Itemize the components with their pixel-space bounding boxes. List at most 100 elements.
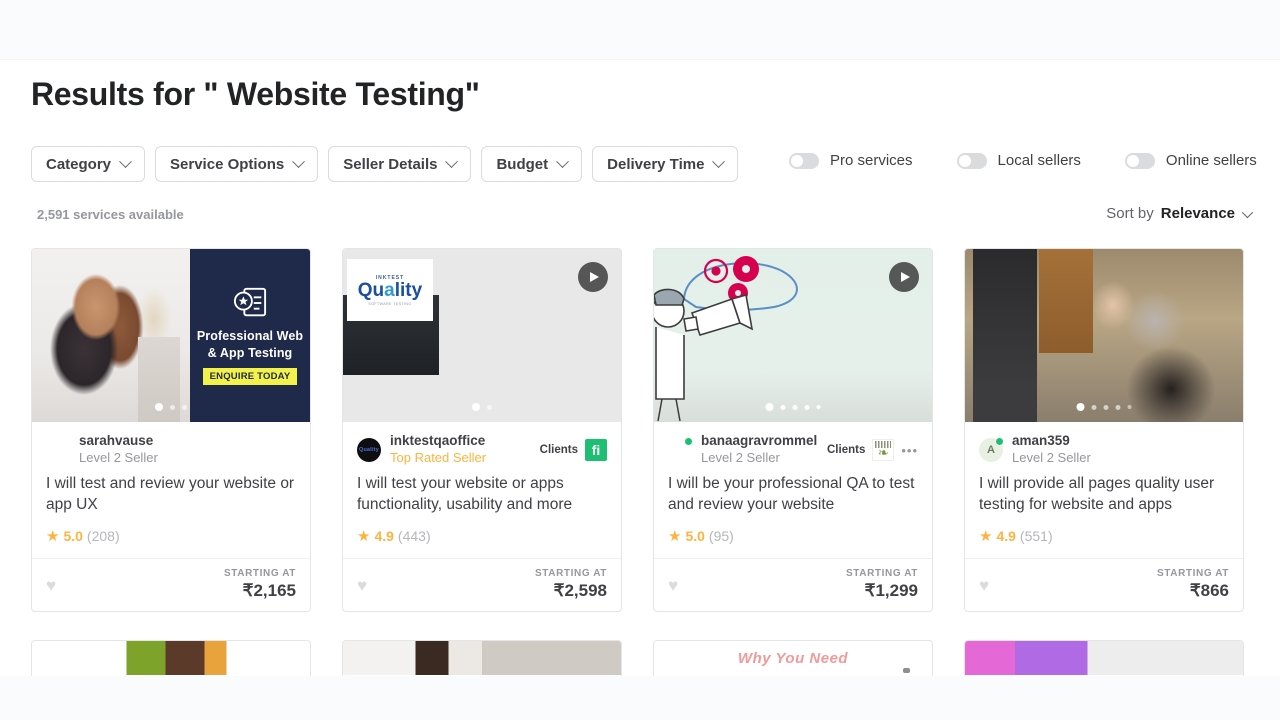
seller-level: Top Rated Seller: [390, 450, 487, 465]
gig-thumbnail-overlay-text: Professional Web & App Testing: [196, 329, 304, 360]
gig-card-body: QuaIity inktestqaoffice Top Rated Seller…: [343, 422, 621, 558]
carousel-dots[interactable]: [765, 403, 821, 411]
chevron-down-icon: [712, 154, 726, 168]
carousel-dot[interactable]: [1103, 404, 1109, 410]
gig-thumbnail[interactable]: Professional Web & App Testing ENQUIRE T…: [32, 249, 310, 422]
carousel-dots[interactable]: [1076, 403, 1132, 411]
filter-seller-details[interactable]: Seller Details: [328, 146, 472, 182]
star-icon: ★: [357, 527, 371, 545]
gig-card[interactable]: banaagravrommel Level 2 Seller Clients ❧…: [653, 248, 933, 612]
avatar[interactable]: [668, 437, 693, 462]
carousel-dot[interactable]: [1091, 404, 1097, 410]
toggle-switch-icon[interactable]: [956, 152, 987, 169]
filter-delivery-time[interactable]: Delivery Time: [592, 146, 739, 182]
gig-card[interactable]: INKTEST Quality SOFTWARE TESTING QuaIity…: [342, 248, 622, 612]
clients-label: Clients: [827, 444, 866, 456]
rating-row: ★ 5.0 (95): [668, 528, 918, 558]
toggle-switch-icon[interactable]: [1124, 152, 1155, 169]
gig-card[interactable]: A aman359 Level 2 Seller I will provide …: [964, 248, 1244, 612]
fiverr-fi-logo-icon: fi: [585, 439, 607, 461]
carousel-dot-active[interactable]: [765, 403, 774, 411]
carousel-dot-active[interactable]: [1076, 403, 1085, 411]
avatar[interactable]: QuaIity: [357, 438, 381, 462]
carousel-dot[interactable]: [804, 404, 810, 410]
gig-thumbnail[interactable]: [343, 641, 621, 675]
heart-icon[interactable]: ♥: [357, 577, 367, 594]
filter-service-options[interactable]: Service Options: [155, 146, 319, 182]
seller-level: Level 2 Seller: [701, 450, 780, 465]
gig-thumbnail[interactable]: INKTEST Quality SOFTWARE TESTING: [343, 249, 621, 422]
gig-thumbnail[interactable]: [32, 641, 310, 675]
seller-info: sarahvause Level 2 Seller: [79, 433, 158, 467]
carousel-dot[interactable]: [816, 405, 821, 409]
seller-row[interactable]: A aman359 Level 2 Seller: [979, 433, 1229, 465]
client-logo-leaf-icon: ❧: [872, 439, 895, 461]
seller-row[interactable]: banaagravrommel Level 2 Seller Clients ❧…: [668, 433, 918, 467]
star-icon: ★: [668, 527, 682, 545]
seller-info: inktestqaoffice Top Rated Seller: [390, 433, 486, 467]
rating-value: 4.9: [996, 528, 1016, 544]
gig-card[interactable]: Professional Web & App Testing ENQUIRE T…: [31, 248, 311, 612]
gig-title[interactable]: I will test and review your website or a…: [46, 474, 296, 516]
heart-icon[interactable]: ♥: [979, 577, 989, 594]
gig-title[interactable]: I will be your professional QA to test a…: [668, 474, 918, 516]
logo-sub-text: SOFTWARE TESTING: [368, 301, 412, 306]
starting-at-label: STARTING AT: [535, 567, 607, 579]
gig-thumbnail-logo: INKTEST Quality SOFTWARE TESTING: [347, 259, 433, 321]
carousel-dot-active[interactable]: [155, 403, 163, 411]
clients-badge-group: Clients fi: [540, 439, 607, 461]
play-icon[interactable]: [889, 262, 919, 292]
gig-thumbnail[interactable]: Why You Need: [654, 641, 932, 675]
heart-icon[interactable]: ♥: [668, 577, 678, 594]
gig-card[interactable]: Why You Need: [653, 640, 933, 676]
carousel-dot[interactable]: [792, 404, 798, 410]
carousel-dot[interactable]: [170, 404, 175, 410]
star-icon: ★: [46, 527, 60, 545]
sort-by-dropdown[interactable]: Sort by Relevance: [1106, 205, 1254, 222]
gig-thumbnail[interactable]: [965, 249, 1243, 422]
carousel-dot-active[interactable]: [472, 403, 480, 411]
gig-card-body: sarahvause Level 2 Seller I will test an…: [32, 422, 310, 558]
seller-row[interactable]: QuaIity inktestqaoffice Top Rated Seller…: [357, 433, 607, 467]
results-grid-row-2: Why You Need: [31, 640, 1251, 676]
gig-title[interactable]: I will test your website or apps functio…: [357, 474, 607, 516]
gig-card[interactable]: [31, 640, 311, 676]
sort-by-label: Sort by: [1106, 205, 1154, 222]
gig-price: ₹866: [1189, 580, 1229, 600]
online-status-dot: [684, 437, 693, 446]
rating-row: ★ 5.0 (208): [46, 528, 296, 558]
gig-title[interactable]: I will provide all pages quality user te…: [979, 474, 1229, 516]
starting-at-label: STARTING AT: [1157, 567, 1229, 579]
rating-row: ★ 4.9 (443): [357, 528, 607, 558]
gig-card[interactable]: [964, 640, 1244, 676]
seller-row[interactable]: sarahvause Level 2 Seller: [46, 433, 296, 467]
seller-info: banaagravrommel Level 2 Seller: [701, 433, 817, 467]
gig-thumbnail[interactable]: [965, 641, 1243, 675]
heart-icon[interactable]: ♥: [46, 577, 56, 594]
carousel-dot[interactable]: [487, 404, 492, 410]
toggle-switch-icon[interactable]: [789, 152, 819, 169]
play-icon[interactable]: [578, 262, 608, 292]
carousel-dot[interactable]: [182, 404, 187, 410]
toggle-pro-services[interactable]: Pro services: [789, 152, 913, 169]
price-block: STARTING AT ₹866: [1157, 568, 1229, 602]
filter-seller-details-label: Seller Details: [343, 155, 438, 173]
filter-budget[interactable]: Budget: [481, 146, 583, 182]
gig-thumbnail[interactable]: [654, 249, 932, 422]
gig-card[interactable]: [342, 640, 622, 676]
filter-service-options-label: Service Options: [170, 155, 285, 173]
chevron-down-icon: [292, 154, 306, 168]
toggle-online-sellers[interactable]: Online sellers: [1124, 152, 1257, 169]
carousel-dot[interactable]: [780, 404, 786, 410]
filter-category[interactable]: Category: [31, 146, 146, 182]
toggle-local-sellers[interactable]: Local sellers: [956, 152, 1081, 169]
carousel-dot[interactable]: [1127, 405, 1132, 409]
more-clients-ellipsis-icon[interactable]: •••: [901, 444, 918, 457]
carousel-dots[interactable]: [472, 403, 492, 411]
carousel-dots[interactable]: [155, 403, 187, 411]
chevron-down-icon: [1241, 206, 1254, 218]
avatar[interactable]: A: [979, 437, 1004, 462]
carousel-dot[interactable]: [1115, 404, 1121, 410]
avatar[interactable]: [46, 438, 70, 462]
document-badge-icon: [233, 288, 267, 317]
